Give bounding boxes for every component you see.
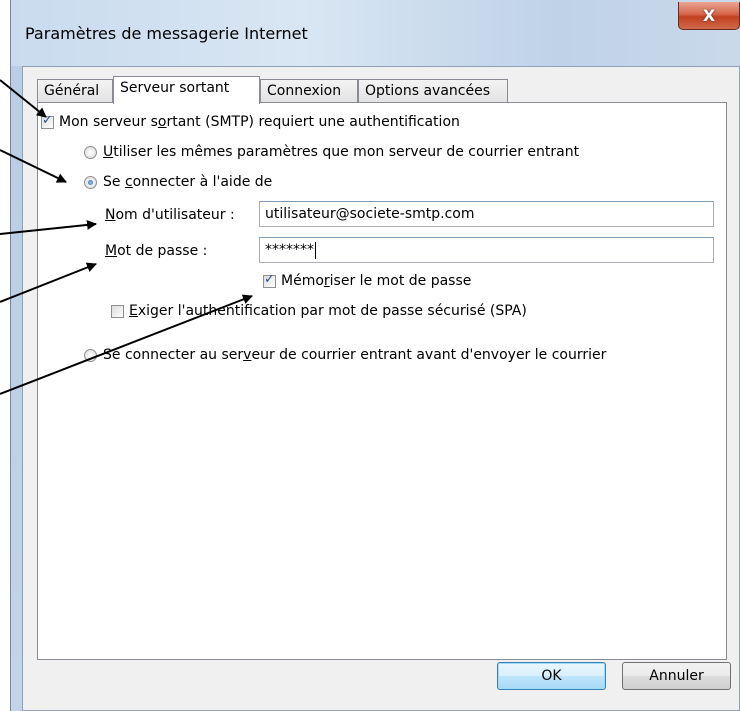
same-settings-radio[interactable] <box>84 145 97 159</box>
remember-password-option[interactable]: Mémoriser le mot de passe <box>263 272 472 289</box>
username-label: Nom d'utilisateur : <box>105 207 235 223</box>
incoming-first-option[interactable]: Se connecter au serveur de courrier entr… <box>84 347 606 363</box>
window-title: Paramètres de messagerie Internet <box>25 24 308 43</box>
ok-button[interactable]: OK <box>497 662 606 690</box>
dialog-window: Paramètres de messagerie Internet X Géné… <box>10 0 740 711</box>
tab-advanced-options[interactable]: Options avancées <box>358 79 508 103</box>
tab-panel-outgoing-server: Mon serveur sortant (SMTP) requiert une … <box>37 102 727 660</box>
close-button[interactable]: X <box>678 2 740 30</box>
requires-auth-label: Mon serveur sortant (SMTP) requiert une … <box>59 114 460 130</box>
tab-general[interactable]: Général <box>37 79 113 103</box>
connect-with-radio[interactable] <box>84 175 97 189</box>
incoming-first-label: Se connecter au serveur de courrier entr… <box>103 347 607 363</box>
dialog-client-area: Général Serveur sortant Connexion Option… <box>22 66 740 711</box>
same-settings-option[interactable]: Utiliser les mêmes paramètres que mon se… <box>84 144 579 160</box>
spa-option[interactable]: Exiger l'authentification par mot de pas… <box>111 303 527 319</box>
requires-auth-option[interactable]: Mon serveur sortant (SMTP) requiert une … <box>41 113 460 130</box>
tab-outgoing-server[interactable]: Serveur sortant <box>113 76 260 104</box>
tab-connection[interactable]: Connexion <box>260 79 358 103</box>
incoming-first-radio[interactable] <box>84 348 97 362</box>
spa-label: Exiger l'authentification par mot de pas… <box>129 303 527 319</box>
connect-with-label: Se connecter à l'aide de <box>103 174 273 190</box>
password-field[interactable]: ******* <box>259 237 714 263</box>
connect-with-option[interactable]: Se connecter à l'aide de <box>84 174 272 190</box>
text-caret <box>315 241 316 259</box>
remember-password-label: Mémoriser le mot de passe <box>281 273 472 289</box>
username-field[interactable]: utilisateur@societe-smtp.com <box>259 201 714 227</box>
spa-checkbox[interactable] <box>111 304 124 318</box>
password-label: Mot de passe : <box>105 243 208 259</box>
cancel-button[interactable]: Annuler <box>622 662 731 690</box>
remember-password-checkbox[interactable] <box>263 272 276 288</box>
requires-auth-checkbox[interactable] <box>41 113 54 129</box>
same-settings-label: Utiliser les mêmes paramètres que mon se… <box>103 144 580 160</box>
title-bar[interactable]: Paramètres de messagerie Internet X <box>11 0 740 66</box>
